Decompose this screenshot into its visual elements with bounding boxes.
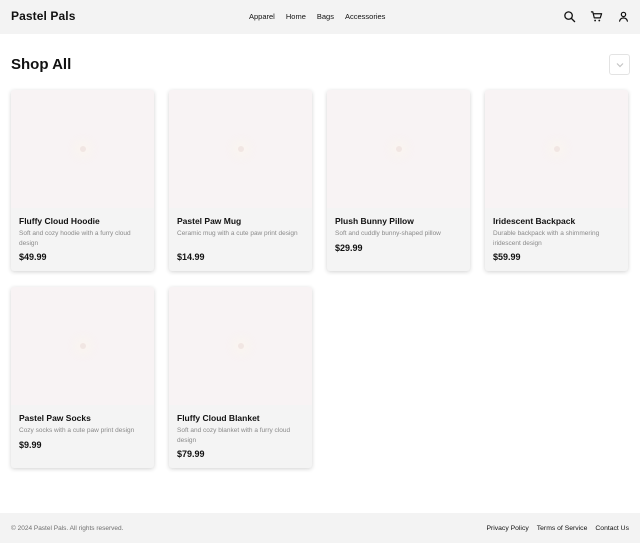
product-price: $14.99: [177, 252, 205, 262]
product-card[interactable]: Pastel Paw Socks Cozy socks with a cute …: [11, 287, 154, 468]
product-title: Pastel Paw Socks: [19, 413, 91, 423]
nav-item-accessories[interactable]: Accessories: [345, 12, 385, 21]
product-price: $49.99: [19, 252, 47, 262]
product-price: $29.99: [335, 243, 363, 253]
product-title: Fluffy Cloud Blanket: [177, 413, 260, 423]
product-image: [11, 90, 154, 208]
page-title: Shop All: [11, 56, 72, 73]
footer-links: Privacy Policy Terms of Service Contact …: [486, 525, 629, 532]
product-title: Fluffy Cloud Hoodie: [19, 216, 100, 226]
nav-item-home[interactable]: Home: [286, 12, 306, 21]
header-actions: [563, 10, 630, 23]
site-header: Pastel Pals Apparel Home Bags Accessorie…: [0, 0, 640, 34]
product-title: Pastel Paw Mug: [177, 216, 242, 226]
product-description: Cozy socks with a cute paw print design: [19, 427, 135, 434]
product-image: [327, 90, 470, 208]
product-title: Iridescent Backpack: [493, 216, 576, 226]
footer-link-terms[interactable]: Terms of Service: [537, 525, 588, 532]
product-image: [11, 287, 154, 405]
sort-dropdown-button[interactable]: [609, 54, 630, 75]
search-icon[interactable]: [563, 10, 576, 23]
chevron-down-icon: [616, 63, 624, 68]
product-image: [169, 90, 312, 208]
main-nav: Apparel Home Bags Accessories: [249, 12, 385, 21]
product-image: [485, 90, 628, 208]
product-price: $79.99: [177, 449, 205, 459]
site-footer: © 2024 Pastel Pals. All rights reserved.…: [0, 513, 640, 543]
product-description: Soft and cuddly bunny-shaped pillow: [335, 230, 441, 237]
product-card[interactable]: Iridescent Backpack Durable backpack wit…: [485, 90, 628, 271]
product-card[interactable]: Fluffy Cloud Hoodie Soft and cozy hoodie…: [11, 90, 154, 271]
product-image: [169, 287, 312, 405]
product-title: Plush Bunny Pillow: [335, 216, 414, 226]
product-description: Soft and cozy hoodie with a furry cloud …: [19, 230, 131, 247]
footer-link-privacy[interactable]: Privacy Policy: [486, 525, 528, 532]
product-price: $9.99: [19, 440, 42, 450]
product-card[interactable]: Plush Bunny Pillow Soft and cuddly bunny…: [327, 90, 470, 271]
product-description: Ceramic mug with a cute paw print design: [177, 230, 298, 237]
nav-item-apparel[interactable]: Apparel: [249, 12, 275, 21]
cart-icon[interactable]: [590, 10, 603, 23]
product-card[interactable]: Fluffy Cloud Blanket Soft and cozy blank…: [169, 287, 312, 468]
footer-link-contact[interactable]: Contact Us: [595, 525, 629, 532]
brand-logo[interactable]: Pastel Pals: [11, 9, 75, 23]
product-price: $59.99: [493, 252, 521, 262]
product-card[interactable]: Pastel Paw Mug Ceramic mug with a cute p…: [169, 90, 312, 271]
product-description: Soft and cozy blanket with a furry cloud…: [177, 427, 291, 444]
product-description: Durable backpack with a shimmering iride…: [493, 230, 600, 247]
copyright-text: © 2024 Pastel Pals. All rights reserved.: [11, 525, 124, 532]
nav-item-bags[interactable]: Bags: [317, 12, 334, 21]
user-icon[interactable]: [617, 10, 630, 23]
